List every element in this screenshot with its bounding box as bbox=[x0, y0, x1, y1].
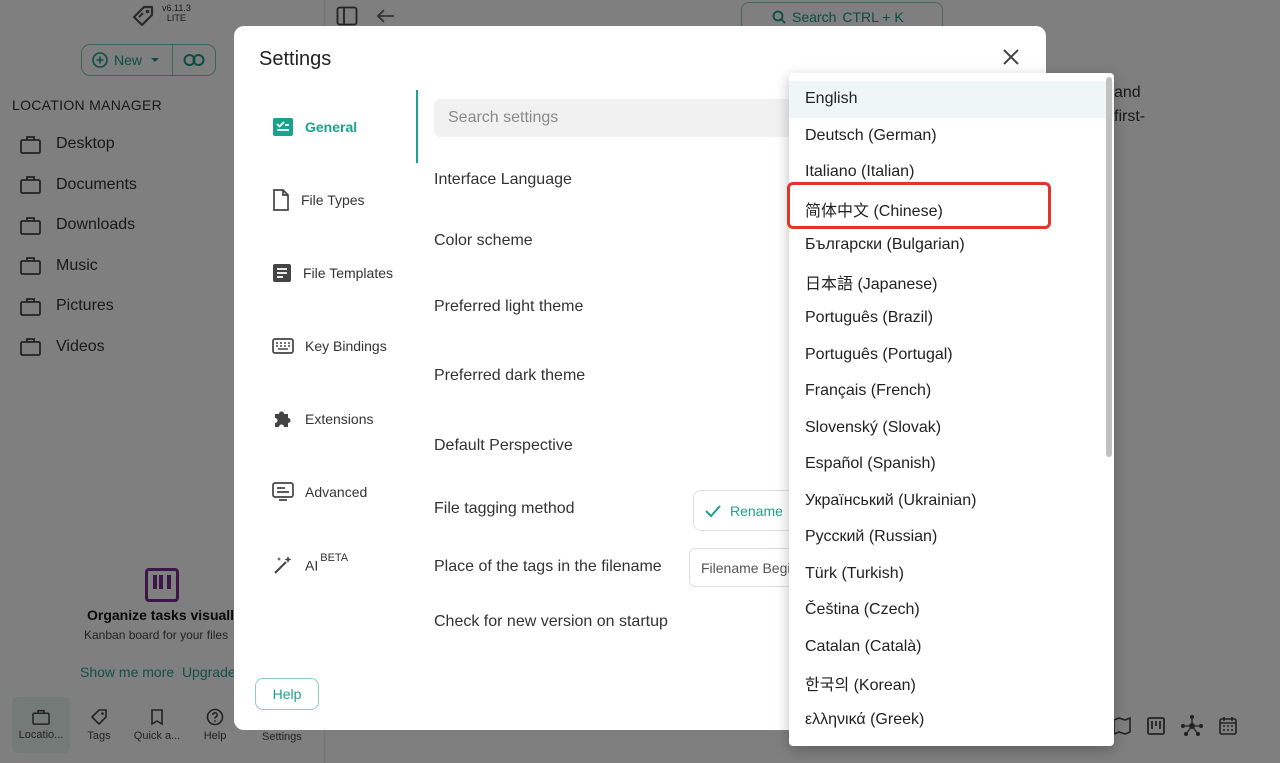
puzzle-icon bbox=[275, 411, 291, 427]
language-option-german[interactable]: Deutsch (German) bbox=[789, 118, 1114, 155]
tab-file-templates[interactable]: File Templates bbox=[252, 236, 418, 309]
chinese-option-highlight bbox=[787, 182, 1051, 229]
language-dropdown: English Deutsch (German) Italiano (Itali… bbox=[789, 73, 1114, 746]
language-option-catalan[interactable]: Catalan (Català) bbox=[789, 629, 1114, 666]
tab-file-types[interactable]: File Types bbox=[252, 163, 418, 236]
tab-advanced[interactable]: Advanced bbox=[252, 455, 418, 528]
tags-place-select[interactable]: Filename Beginning bbox=[689, 548, 799, 587]
language-option-spanish[interactable]: Español (Spanish) bbox=[789, 446, 1114, 483]
default-perspective-label: Default Perspective bbox=[434, 437, 573, 454]
dark-theme-label: Preferred dark theme bbox=[434, 367, 586, 384]
language-option-japanese[interactable]: 日本語 (Japanese) bbox=[789, 264, 1114, 301]
keyboard-icon bbox=[272, 337, 294, 354]
interface-language-label: Interface Language bbox=[434, 171, 572, 188]
language-option-czech[interactable]: Čeština (Czech) bbox=[789, 592, 1114, 629]
general-check-icon bbox=[273, 117, 293, 136]
language-option-portuguese-portugal[interactable]: Português (Portugal) bbox=[789, 337, 1114, 374]
language-option-french[interactable]: Français (French) bbox=[789, 373, 1114, 410]
language-option-slovak[interactable]: Slovenský (Slovak) bbox=[789, 410, 1114, 447]
light-theme-label: Preferred light theme bbox=[434, 298, 584, 315]
settings-tabs: General File Types File Templates Key Bi… bbox=[252, 90, 418, 601]
tab-ai[interactable]: AI BETA bbox=[252, 528, 418, 601]
language-option-russian[interactable]: Русский (Russian) bbox=[789, 519, 1114, 556]
dialog-title: Settings bbox=[259, 48, 332, 70]
tab-label: File Types bbox=[301, 191, 365, 208]
tab-label: Advanced bbox=[305, 483, 368, 500]
language-options: English Deutsch (German) Italiano (Itali… bbox=[789, 73, 1114, 738]
file-template-icon bbox=[273, 263, 291, 282]
dropdown-scrollbar[interactable] bbox=[1106, 77, 1112, 457]
tab-label: Key Bindings bbox=[305, 337, 387, 354]
language-option-portuguese-brazil[interactable]: Português (Brazil) bbox=[789, 300, 1114, 337]
language-option-greek[interactable]: ελληνικά (Greek) bbox=[789, 702, 1114, 739]
tab-label: General bbox=[305, 118, 358, 135]
close-icon[interactable] bbox=[1000, 46, 1022, 68]
tags-place-label: Place of the tags in the filename bbox=[434, 558, 662, 575]
rename-label: Rename bbox=[730, 502, 783, 519]
language-option-turkish[interactable]: Türk (Turkish) bbox=[789, 556, 1114, 593]
advanced-icon bbox=[272, 481, 294, 501]
tagging-method-rename-button[interactable]: Rename bbox=[693, 490, 803, 531]
tab-label: AI BETA bbox=[305, 552, 348, 574]
language-option-korean[interactable]: 한국의 (Korean) bbox=[789, 665, 1114, 702]
check-version-label: Check for new version on startup bbox=[434, 613, 668, 630]
beta-badge: BETA bbox=[320, 551, 349, 564]
ai-label: AI bbox=[305, 557, 319, 574]
tab-extensions[interactable]: Extensions bbox=[252, 382, 418, 455]
tab-key-bindings[interactable]: Key Bindings bbox=[252, 309, 418, 382]
language-option-ukrainian[interactable]: Український (Ukrainian) bbox=[789, 483, 1114, 520]
magic-wand-icon bbox=[274, 555, 292, 574]
tab-general[interactable]: General bbox=[252, 90, 418, 163]
language-option-bulgarian[interactable]: Български (Bulgarian) bbox=[789, 227, 1114, 264]
file-icon bbox=[273, 188, 289, 211]
help-button[interactable]: Help bbox=[255, 678, 319, 710]
color-scheme-label: Color scheme bbox=[434, 232, 533, 249]
tagging-method-label: File tagging method bbox=[434, 500, 575, 517]
tab-label: Extensions bbox=[305, 410, 374, 427]
check-icon bbox=[705, 504, 721, 517]
language-option-english[interactable]: English bbox=[789, 81, 1114, 118]
tab-label: File Templates bbox=[303, 264, 394, 281]
